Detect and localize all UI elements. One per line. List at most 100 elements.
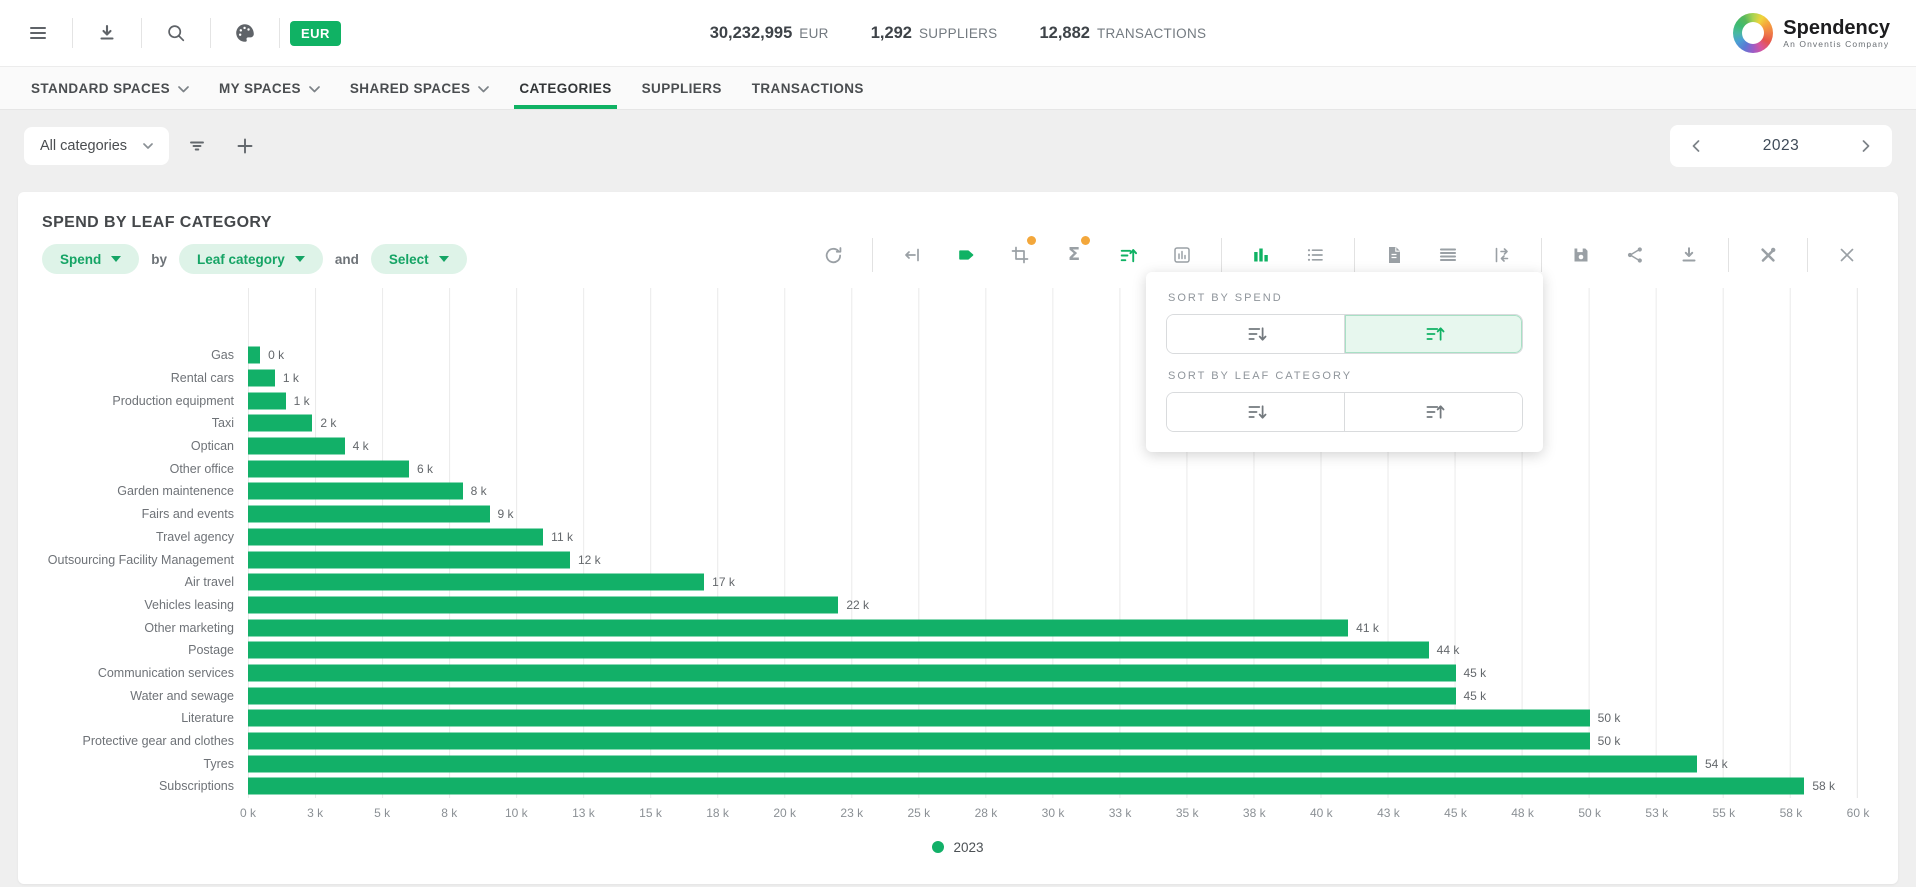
bar-value-label: 50 k: [1598, 734, 1621, 748]
x-tick-label: 40 k: [1310, 806, 1333, 820]
bar[interactable]: [248, 733, 1590, 750]
tab-categories[interactable]: CATEGORIES: [504, 67, 626, 109]
caret-down-icon: [295, 256, 305, 262]
settings-tools-icon[interactable]: [1741, 236, 1795, 274]
close-icon[interactable]: [1820, 236, 1874, 274]
bar[interactable]: [248, 438, 345, 455]
tab-suppliers[interactable]: SUPPLIERS: [627, 67, 737, 109]
share-icon[interactable]: [1608, 236, 1662, 274]
chevron-down-icon: [478, 86, 489, 93]
bar-track: 22 k: [248, 594, 1858, 617]
download-icon[interactable]: [83, 11, 131, 55]
bar[interactable]: [248, 778, 1804, 795]
tab-label: CATEGORIES: [519, 81, 611, 96]
chart-panel-icon[interactable]: [1155, 236, 1209, 274]
notification-dot: [1027, 236, 1036, 245]
secondary-select[interactable]: Select: [371, 244, 467, 274]
bar[interactable]: [248, 347, 260, 364]
legend-label: 2023: [953, 840, 983, 855]
search-icon[interactable]: [152, 11, 200, 55]
sort-descending-icon[interactable]: [1167, 315, 1344, 353]
bar-value-label: 41 k: [1356, 621, 1379, 635]
chart-row: Other marketing41 k: [18, 616, 1898, 639]
chart-row: Outsourcing Facility Management12 k: [18, 548, 1898, 571]
divider: [1354, 238, 1355, 272]
sum-icon[interactable]: Σ: [1047, 236, 1101, 274]
crop-icon[interactable]: [993, 236, 1047, 274]
chevron-right-icon[interactable]: [1854, 134, 1878, 158]
category-label: Garden maintenence: [18, 484, 248, 498]
bar[interactable]: [248, 687, 1456, 704]
bar[interactable]: [248, 506, 490, 523]
tab-label: STANDARD SPACES: [31, 81, 170, 96]
save-icon[interactable]: [1554, 236, 1608, 274]
report-icon[interactable]: [1367, 236, 1421, 274]
pivot-icon[interactable]: [1475, 236, 1529, 274]
bar[interactable]: [248, 755, 1697, 772]
dimension-select[interactable]: Leaf category: [179, 244, 323, 274]
align-arrow-icon[interactable]: [885, 236, 939, 274]
bar[interactable]: [248, 574, 704, 591]
bar[interactable]: [248, 528, 543, 545]
bar-track: 17 k: [248, 571, 1858, 594]
list-icon[interactable]: [1288, 236, 1342, 274]
bar-value-label: 11 k: [551, 530, 573, 544]
bar[interactable]: [248, 415, 312, 432]
bar[interactable]: [248, 392, 286, 409]
bar[interactable]: [248, 551, 570, 568]
measure-select[interactable]: Spend: [42, 244, 139, 274]
stat-value: 30,232,995: [710, 24, 793, 43]
category-label: Communication services: [18, 666, 248, 680]
tag-icon[interactable]: [939, 236, 993, 274]
bar-track: 44 k: [248, 639, 1858, 662]
palette-icon[interactable]: [221, 11, 269, 55]
add-icon[interactable]: [225, 127, 265, 165]
chart-title: SPEND BY LEAF CATEGORY: [42, 214, 1898, 232]
bar-chart-icon[interactable]: [1234, 236, 1288, 274]
bar[interactable]: [248, 370, 275, 387]
sort-descending-icon[interactable]: [1167, 393, 1344, 431]
sort-icon[interactable]: [1101, 236, 1155, 274]
chart-legend[interactable]: 2023: [18, 840, 1898, 855]
tab-shared-spaces[interactable]: SHARED SPACES: [335, 67, 504, 109]
category-label: Air travel: [18, 575, 248, 589]
bar-track: 45 k: [248, 662, 1858, 685]
bar[interactable]: [248, 710, 1590, 727]
bar[interactable]: [248, 664, 1456, 681]
tab-standard-spaces[interactable]: STANDARD SPACES: [16, 67, 204, 109]
chart-row: Production equipment1 k: [18, 389, 1898, 412]
tab-my-spaces[interactable]: MY SPACES: [204, 67, 335, 109]
sort-ascending-icon[interactable]: [1344, 315, 1522, 353]
bar-value-label: 6 k: [417, 462, 433, 476]
rows-icon[interactable]: [1421, 236, 1475, 274]
divider: [1807, 238, 1808, 272]
category-label: Travel agency: [18, 530, 248, 544]
chart-row: Taxi2 k: [18, 412, 1898, 435]
bar[interactable]: [248, 642, 1429, 659]
currency-badge[interactable]: EUR: [290, 21, 341, 46]
bar[interactable]: [248, 483, 463, 500]
x-tick-label: 30 k: [1042, 806, 1065, 820]
chevron-down-icon: [178, 86, 189, 93]
sort-ascending-icon[interactable]: [1344, 393, 1522, 431]
refresh-icon[interactable]: [806, 236, 860, 274]
category-select[interactable]: All categories: [24, 127, 169, 165]
x-tick-label: 60 k: [1847, 806, 1870, 820]
category-label: Postage: [18, 643, 248, 657]
divider: [1728, 238, 1729, 272]
bar[interactable]: [248, 460, 409, 477]
bar-chart: Gas0 kRental cars1 kProduction equipment…: [18, 344, 1898, 855]
x-tick-label: 20 k: [773, 806, 796, 820]
x-tick-label: 13 k: [572, 806, 595, 820]
bar[interactable]: [248, 619, 1348, 636]
filter-icon[interactable]: [177, 127, 217, 165]
tab-label: SHARED SPACES: [350, 81, 470, 96]
menu-icon[interactable]: [14, 11, 62, 55]
joiner-text: and: [335, 252, 359, 267]
divider: [1541, 238, 1542, 272]
download-icon[interactable]: [1662, 236, 1716, 274]
bar-value-label: 45 k: [1464, 666, 1487, 680]
tab-transactions[interactable]: TRANSACTIONS: [737, 67, 879, 109]
bar[interactable]: [248, 596, 838, 613]
chevron-left-icon[interactable]: [1684, 134, 1708, 158]
